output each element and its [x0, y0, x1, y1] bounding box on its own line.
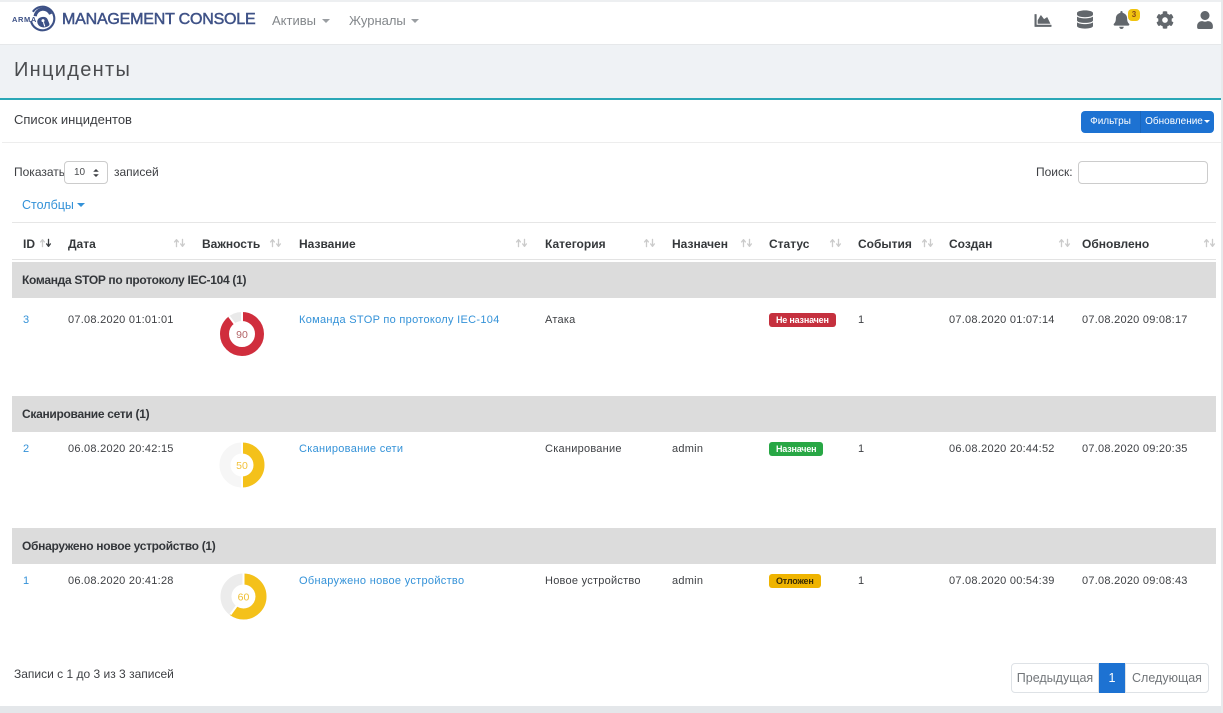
svg-text:50: 50	[236, 460, 248, 472]
svg-text:60: 60	[238, 591, 250, 603]
svg-text:90: 90	[236, 329, 248, 341]
